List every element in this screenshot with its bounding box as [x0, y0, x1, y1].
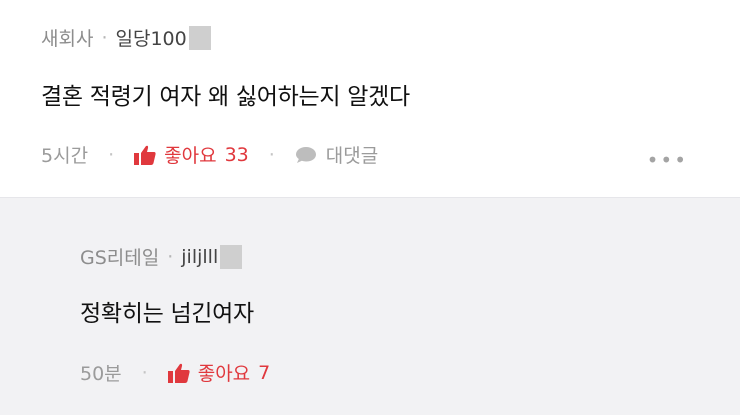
reply-time: 50분 — [80, 363, 122, 385]
reply-text: 정확히는 넘긴여자 — [80, 301, 254, 327]
like-label: 좋아요 — [197, 363, 251, 385]
author-name[interactable]: 일당100 — [116, 24, 187, 51]
reply-card: GS리테일 · jiljlll 정확히는 넘긴여자 50분 · 좋아요 7 — [0, 197, 740, 415]
author-mask — [188, 25, 211, 50]
comment-meta: 새회사 · 일당100 — [41, 24, 211, 51]
reply-button[interactable]: 대댓글 — [295, 141, 378, 168]
comment-card: 새회사 · 일당100 결혼 적령기 여자 왜 싫어하는지 알겠다 5시간 · … — [0, 0, 740, 196]
more-dots-icon[interactable]: ••• — [647, 148, 688, 172]
meta-separator: · — [167, 245, 174, 268]
speech-bubble-icon — [295, 146, 316, 163]
comment-time: 5시간 — [41, 145, 89, 167]
reply-label: 대댓글 — [325, 145, 379, 167]
company-name[interactable]: GS리테일 — [80, 243, 159, 270]
action-separator: · — [268, 143, 275, 166]
comment-actions: 5시간 · 좋아요 33 · 대댓글 — [41, 141, 378, 168]
reply-actions: 50분 · 좋아요 7 — [80, 359, 270, 386]
author-mask — [220, 244, 243, 269]
reply-meta: GS리테일 · jiljlll — [80, 243, 243, 270]
author-name[interactable]: jiljlll — [181, 246, 218, 268]
like-label: 좋아요 — [164, 145, 217, 167]
like-count: 7 — [258, 361, 271, 384]
like-button[interactable]: 좋아요 7 — [167, 359, 271, 386]
meta-separator: · — [101, 26, 108, 49]
like-button[interactable]: 좋아요 33 — [134, 141, 249, 168]
action-separator: · — [108, 143, 115, 166]
action-separator: · — [141, 361, 148, 384]
thumbs-up-icon — [134, 145, 156, 165]
company-name[interactable]: 새회사 — [41, 24, 93, 51]
thumbs-up-icon — [167, 363, 190, 383]
comment-text: 결혼 적령기 여자 왜 싫어하는지 알겠다 — [41, 84, 410, 110]
like-count: 33 — [224, 143, 249, 166]
